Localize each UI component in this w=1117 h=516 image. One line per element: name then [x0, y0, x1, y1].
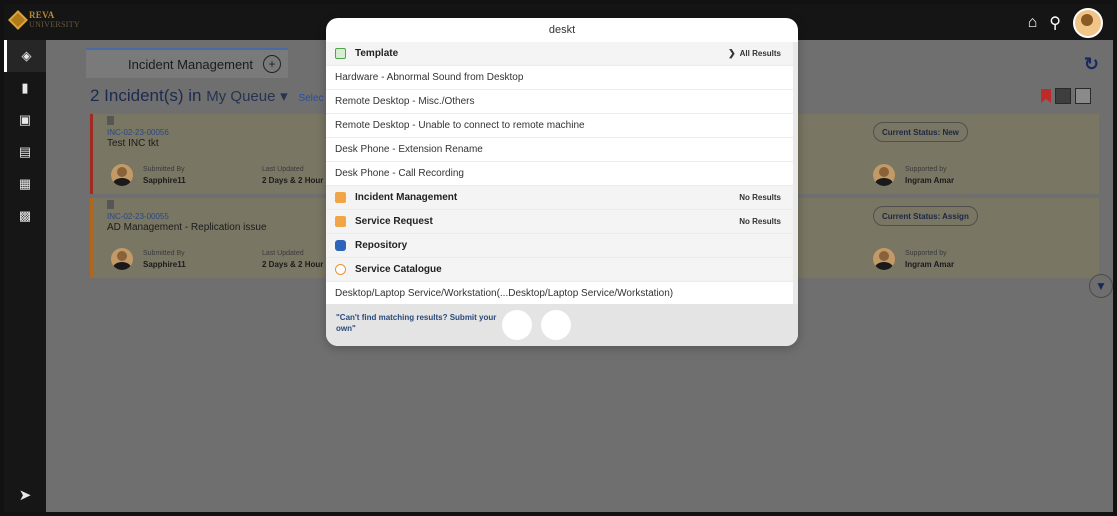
supported-by: Ingram Amar: [905, 260, 955, 269]
search-result[interactable]: Desktop/Laptop Service/Workstation(...De…: [326, 282, 793, 306]
brand-sub: UNIVERSITY: [29, 20, 80, 29]
list-icon[interactable]: ▤: [4, 136, 46, 168]
no-results-label: No Results: [739, 217, 781, 226]
submitted-by: Sapphire11: [143, 260, 186, 269]
monitor-eye-icon[interactable]: ▩: [4, 200, 46, 232]
flag-icon[interactable]: [107, 200, 114, 209]
group-service-request: Service Request No Results: [326, 210, 793, 234]
bookmark-icon[interactable]: [1041, 89, 1051, 103]
avatar[interactable]: [1073, 8, 1103, 38]
group-template: Template ❯ All Results: [326, 42, 793, 66]
search-result[interactable]: Hardware - Abnormal Sound from Desktop: [326, 66, 793, 90]
grid-icon[interactable]: ▦: [4, 168, 46, 200]
select-link[interactable]: Selec: [298, 93, 323, 104]
incident-title[interactable]: Test INC tkt: [107, 138, 159, 149]
bar-chart-icon[interactable]: ▮: [4, 72, 46, 104]
global-search-panel: deskt Template ❯ All Results Hardware - A…: [326, 18, 798, 346]
results-scrollbar[interactable]: [793, 42, 798, 304]
search-result[interactable]: Remote Desktop - Unable to connect to re…: [326, 114, 793, 138]
list-view-icon[interactable]: [1055, 88, 1071, 104]
status-badge: Current Status: Assign: [873, 206, 978, 226]
tab-label: Incident Management: [128, 56, 254, 72]
service-request-icon: [335, 216, 346, 227]
submit-own-link[interactable]: "Can't find matching results? Submit you…: [336, 312, 506, 334]
logo-mark-icon: [8, 10, 28, 30]
supported-label: Supported by: [905, 250, 947, 257]
submitted-label: Submitted By: [143, 166, 185, 173]
database-icon: [335, 240, 346, 251]
book-icon[interactable]: ▣: [4, 104, 46, 136]
view-toggle: [1041, 88, 1091, 104]
incident-count: 2 Incident(s) in: [90, 86, 202, 105]
refresh-icon[interactable]: ↻: [1084, 54, 1099, 75]
tag-icon[interactable]: ◈: [4, 40, 46, 72]
filter-icon[interactable]: ▼: [1089, 274, 1113, 298]
action-circle-2[interactable]: [541, 310, 571, 340]
app-window: REVA UNIVERSITY ⌂ ⚲ ◈ ▮ ▣ ▤ ▦ ▩ ➤ Inciden…: [4, 4, 1113, 512]
group-label: Service Request: [355, 216, 433, 227]
supported-label: Supported by: [905, 166, 947, 173]
top-icons: ⌂ ⚲: [1028, 8, 1103, 38]
flag-icon[interactable]: [107, 116, 114, 125]
left-sidebar: ◈ ▮ ▣ ▤ ▦ ▩ ➤: [4, 40, 46, 512]
search-footer: "Can't find matching results? Submit you…: [326, 304, 798, 346]
updated-value: 2 Days & 2 Hour: [262, 260, 324, 269]
group-label: Template: [355, 48, 399, 59]
template-icon: [335, 48, 346, 59]
submitted-label: Submitted By: [143, 250, 185, 257]
supporter-avatar: [873, 248, 895, 270]
search-result[interactable]: Desk Phone - Call Recording: [326, 162, 793, 186]
group-service-catalogue: Service Catalogue: [326, 258, 793, 282]
group-label: Service Catalogue: [355, 264, 442, 275]
brand-name: REVA: [29, 10, 55, 20]
incident-title[interactable]: AD Management - Replication issue: [107, 222, 267, 233]
tab-incident-management[interactable]: Incident Management +: [86, 48, 288, 78]
group-incident-management: Incident Management No Results: [326, 186, 793, 210]
search-result[interactable]: Desk Phone - Extension Rename: [326, 138, 793, 162]
search-input[interactable]: deskt: [326, 18, 798, 42]
search-result[interactable]: Remote Desktop - Misc./Others: [326, 90, 793, 114]
reva-logo[interactable]: REVA UNIVERSITY: [8, 10, 80, 30]
chevron-down-icon[interactable]: ▾: [280, 88, 288, 105]
grid-view-icon[interactable]: [1075, 88, 1091, 104]
updated-value: 2 Days & 2 Hour: [262, 176, 324, 185]
submitter-avatar: [111, 248, 133, 270]
action-circle-1[interactable]: [502, 310, 532, 340]
updated-label: Last Updated: [262, 250, 304, 257]
group-label: Incident Management: [355, 192, 458, 203]
incident-id[interactable]: INC-02-23-00055: [107, 212, 169, 221]
submitted-by: Sapphire11: [143, 176, 186, 185]
catalogue-icon: [335, 264, 346, 275]
updated-label: Last Updated: [262, 166, 304, 173]
all-results-dropdown[interactable]: ❯ All Results: [728, 48, 781, 59]
supported-by: Ingram Amar: [905, 176, 955, 185]
search-results: Template ❯ All Results Hardware - Abnorma…: [326, 42, 793, 306]
submitter-avatar: [111, 164, 133, 186]
home-icon[interactable]: ⌂: [1028, 14, 1038, 32]
incident-icon: [335, 192, 346, 203]
group-repository: Repository: [326, 234, 793, 258]
status-badge: Current Status: New: [873, 122, 968, 142]
pin-icon[interactable]: ➤: [4, 486, 46, 504]
search-icon[interactable]: ⚲: [1049, 13, 1061, 33]
supporter-avatar: [873, 164, 895, 186]
queue-selector[interactable]: My Queue: [206, 88, 275, 105]
group-label: Repository: [355, 240, 408, 251]
add-tab-icon[interactable]: +: [263, 55, 282, 73]
incident-id[interactable]: INC-02-23-00056: [107, 128, 169, 137]
chevron-down-icon: ❯: [728, 48, 736, 58]
no-results-label: No Results: [739, 193, 781, 202]
queue-title: 2 Incident(s) in My Queue ▾ Selec: [90, 86, 323, 106]
